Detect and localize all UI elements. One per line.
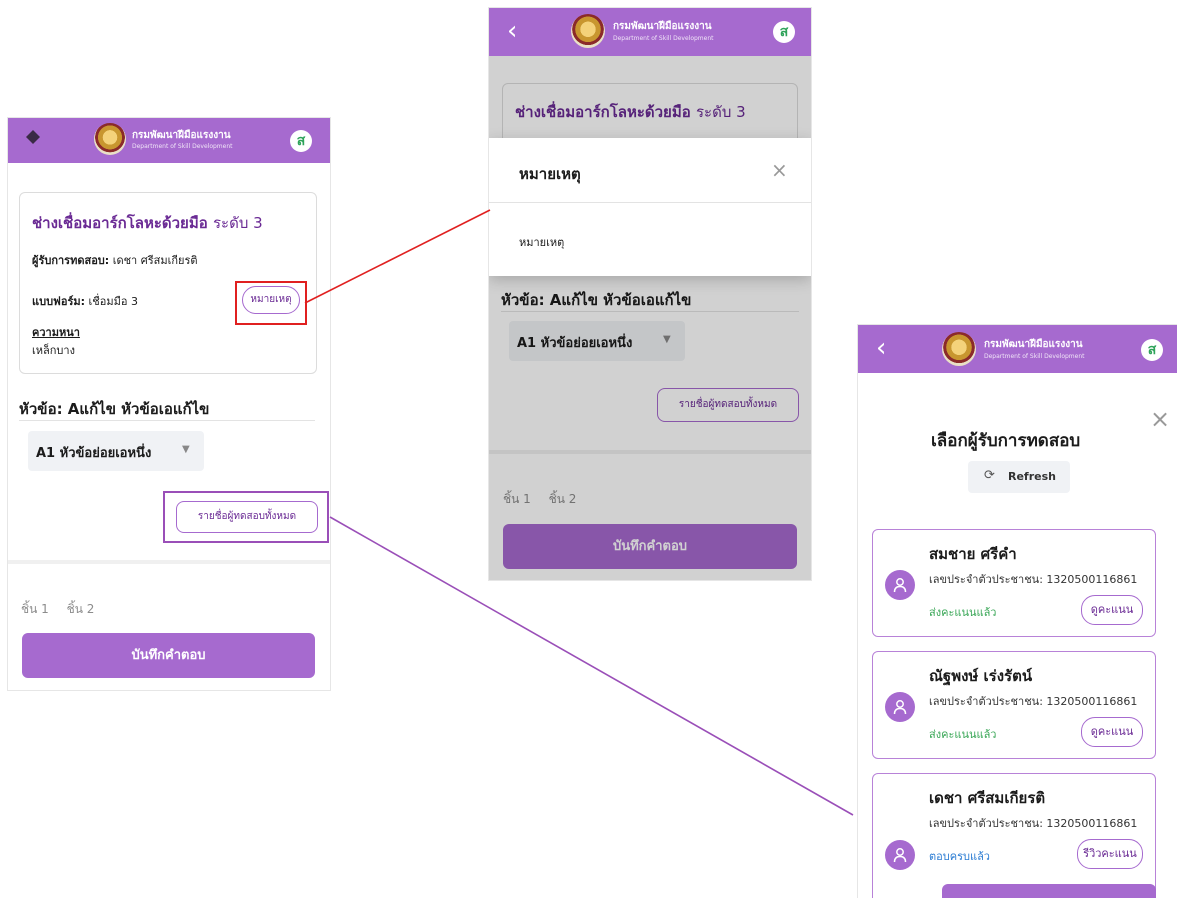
examinee-row: ผู้รับการทดสอบ: เดชา ศรีสมเกียรติ	[32, 251, 198, 269]
examinee-id: เลขประจำตัวประชาชน: 1320500116861	[929, 695, 1138, 708]
view-score-button[interactable]: ดูคะแนน	[1081, 595, 1143, 625]
person-avatar-icon	[885, 692, 915, 722]
view-score-button[interactable]: ดูคะแนน	[1081, 717, 1143, 747]
form-type-value: เชื่อมมือ 3	[88, 295, 138, 308]
tab-piece-2[interactable]: ชิ้น 2	[67, 602, 95, 616]
callout-line-note	[304, 209, 491, 304]
refresh-button[interactable]: ⟳ Refresh	[968, 461, 1070, 493]
examinee-card[interactable]: เดชา ศรีสมเกียรติ เลขประจำตัวประชาชน: 13…	[872, 773, 1156, 898]
note-button-highlight	[235, 281, 307, 325]
org-name-en: Department of Skill Development	[132, 143, 233, 150]
examinee-status: ส่งคะแนนแล้ว	[929, 728, 997, 741]
refresh-label: Refresh	[1008, 470, 1056, 483]
examinee-label: ผู้รับการทดสอบ:	[32, 254, 110, 267]
note-modal-body: หมายเหตุ	[519, 236, 565, 249]
close-icon[interactable]: ×	[1150, 405, 1170, 433]
modal-backdrop[interactable]	[489, 56, 811, 580]
note-modal-title: หมายเหตุ	[519, 165, 581, 183]
app-header: กรมพัฒนาฝีมือแรงงาน Department of Skill …	[8, 118, 330, 163]
topic-divider	[19, 420, 315, 421]
org-name-en: Department of Skill Development	[613, 35, 714, 42]
dsd-logo-icon	[571, 14, 605, 48]
examinee-status: ส่งคะแนนแล้ว	[929, 606, 997, 619]
form-title-name: ช่างเชื่อมอาร์กโลหะด้วยมือ	[32, 214, 208, 232]
thickness-value: เหล็กบาง	[32, 344, 75, 357]
piece-tabs: ชิ้น 1 ชิ้น 2	[21, 600, 94, 619]
tab-piece-1[interactable]: ชิ้น 1	[21, 602, 49, 616]
refresh-icon: ⟳	[984, 468, 995, 483]
back-icon[interactable]	[24, 128, 44, 148]
review-score-button[interactable]: รีวิวคะแนน	[1077, 839, 1143, 869]
person-avatar-icon	[885, 840, 915, 870]
person-avatar-icon	[885, 570, 915, 600]
dsd-logo-icon	[94, 123, 126, 155]
back-icon[interactable]: ‹	[876, 335, 886, 361]
org-name-th: กรมพัฒนาฝีมือแรงงาน	[132, 130, 231, 141]
back-icon[interactable]: ‹	[507, 18, 517, 44]
phone-screen-note-modal: ‹ กรมพัฒนาฝีมือแรงงาน Department of Skil…	[489, 8, 811, 580]
examinee-name: เดชา ศรีสมเกียรติ	[929, 789, 1046, 807]
section-divider	[8, 560, 330, 564]
select-examinee-button[interactable]	[942, 884, 1156, 898]
all-examinees-highlight	[163, 491, 329, 543]
org-name-th: กรมพัฒนาฝีมือแรงงาน	[984, 339, 1083, 350]
user-avatar[interactable]: ส	[773, 21, 795, 43]
form-type-label: แบบฟอร์ม:	[32, 295, 86, 308]
subtopic-dropdown[interactable]: A1 หัวข้อย่อยเอหนึ่ง ▼	[28, 431, 204, 471]
app-header: ‹ กรมพัฒนาฝีมือแรงงาน Department of Skil…	[858, 325, 1177, 373]
examinee-name: สมชาย ศรีคำ	[929, 545, 1017, 563]
form-type-row: แบบฟอร์ม: เชื่อมมือ 3	[32, 292, 138, 310]
phone-screen-form: กรมพัฒนาฝีมือแรงงาน Department of Skill …	[8, 118, 330, 690]
org-name-en: Department of Skill Development	[984, 353, 1085, 360]
examinee-id: เลขประจำตัวประชาชน: 1320500116861	[929, 573, 1138, 586]
note-modal-divider	[489, 202, 811, 203]
dsd-logo-icon	[942, 332, 976, 366]
app-header: ‹ กรมพัฒนาฝีมือแรงงาน Department of Skil…	[489, 8, 811, 56]
topic-heading: หัวข้อ: Aแก้ไข หัวข้อเอแก้ไข	[19, 400, 210, 418]
examinee-value: เดชา ศรีสมเกียรติ	[112, 254, 198, 267]
close-icon[interactable]: ×	[771, 158, 788, 182]
examinee-name: ณัฐพงษ์ เร่งรัตน์	[929, 667, 1033, 685]
user-avatar[interactable]: ส	[1141, 339, 1163, 361]
phone-screen-select-examinee: ‹ กรมพัฒนาฝีมือแรงงาน Department of Skil…	[858, 325, 1177, 898]
note-modal: หมายเหตุ × หมายเหตุ	[489, 138, 811, 276]
caret-down-icon: ▼	[182, 444, 190, 455]
save-answer-button[interactable]: บันทึกคำตอบ	[22, 633, 315, 678]
examinee-id: เลขประจำตัวประชาชน: 1320500116861	[929, 817, 1138, 830]
thickness-label: ความหนา	[32, 326, 80, 339]
org-name-th: กรมพัฒนาฝีมือแรงงาน	[613, 21, 712, 32]
subtopic-label: A1 หัวข้อย่อยเอหนึ่ง	[36, 446, 152, 461]
user-avatar[interactable]: ส	[290, 130, 312, 152]
examinee-card[interactable]: ณัฐพงษ์ เร่งรัตน์ เลขประจำตัวประชาชน: 13…	[872, 651, 1156, 759]
examinee-status: ตอบครบแล้ว	[929, 850, 990, 863]
examinee-card[interactable]: สมชาย ศรีคำ เลขประจำตัวประชาชน: 13205001…	[872, 529, 1156, 637]
select-panel-title: เลือกผู้รับการทดสอบ	[931, 431, 1081, 451]
form-title-level: ระดับ 3	[212, 214, 263, 232]
form-title: ช่างเชื่อมอาร์กโลหะด้วยมือ ระดับ 3	[32, 211, 263, 235]
